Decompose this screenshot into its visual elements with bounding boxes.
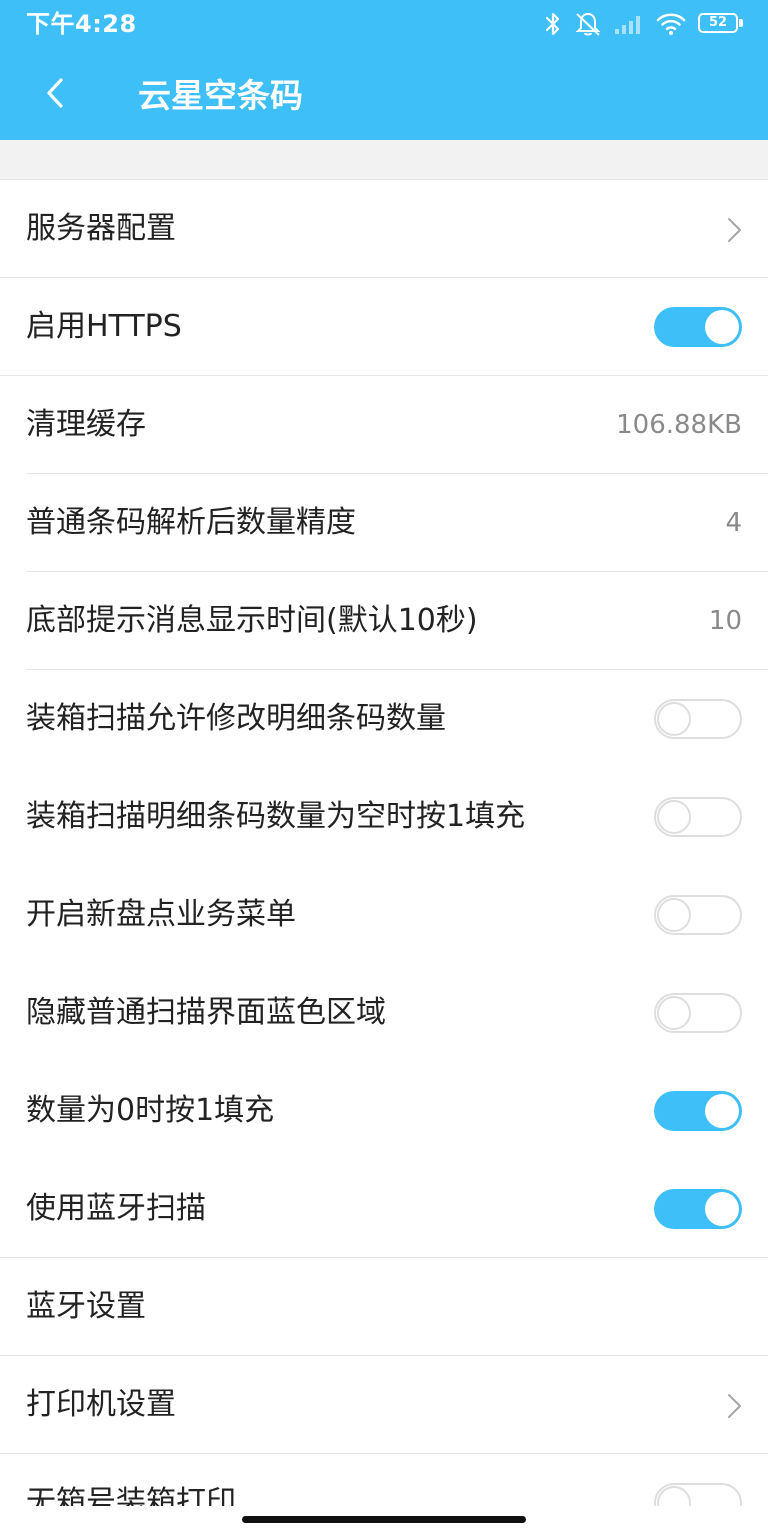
home-indicator[interactable] — [242, 1516, 526, 1523]
battery-icon: 52 — [698, 13, 744, 35]
settings-row-value: 106.88KB — [616, 410, 742, 440]
settings-row-label: 无箱号装箱打印 — [26, 1485, 236, 1506]
settings-row[interactable]: 隐藏普通扫描界面蓝色区域 — [0, 964, 768, 1062]
toggle-knob — [657, 1486, 691, 1506]
status-time: 下午4:28 — [26, 10, 137, 38]
settings-toggle[interactable] — [654, 797, 742, 837]
bell-muted-icon — [574, 11, 602, 37]
settings-row[interactable]: 底部提示消息显示时间(默认10秒) 10 — [0, 572, 768, 670]
wifi-icon — [656, 12, 686, 36]
settings-row[interactable]: 数量为0时按1填充 — [0, 1062, 768, 1160]
chevron-right-icon — [724, 1392, 744, 1420]
settings-screen: 下午4:28 52 云星空条码 服务器配置 启用HTTPS 清理缓存 106.8… — [0, 0, 768, 1536]
settings-row[interactable]: 启用HTTPS — [0, 278, 768, 376]
settings-row[interactable]: 装箱扫描明细条码数量为空时按1填充 — [0, 768, 768, 866]
settings-row-value: 4 — [725, 508, 742, 538]
settings-row-label: 开启新盘点业务菜单 — [26, 897, 296, 932]
toggle-knob — [705, 1094, 739, 1128]
settings-row[interactable]: 普通条码解析后数量精度 4 — [0, 474, 768, 572]
back-button[interactable] — [30, 70, 80, 120]
settings-row[interactable]: 打印机设置 — [0, 1356, 768, 1454]
toggle-knob — [657, 996, 691, 1030]
section-gap — [0, 140, 768, 180]
settings-list: 服务器配置启用HTTPS 清理缓存 106.88KB 普通条码解析后数量精度 4 底部提示… — [0, 180, 768, 1506]
settings-row-label: 底部提示消息显示时间(默认10秒) — [26, 603, 478, 638]
settings-toggle[interactable] — [654, 1189, 742, 1229]
settings-toggle[interactable] — [654, 993, 742, 1033]
signal-icon — [614, 13, 644, 35]
toggle-knob — [657, 898, 691, 932]
settings-toggle[interactable] — [654, 895, 742, 935]
settings-row-label: 隐藏普通扫描界面蓝色区域 — [26, 995, 386, 1030]
settings-row-label: 使用蓝牙扫描 — [26, 1191, 206, 1226]
settings-row[interactable]: 服务器配置 — [0, 180, 768, 278]
settings-toggle[interactable] — [654, 307, 742, 347]
toggle-knob — [705, 1192, 739, 1226]
settings-row-label: 蓝牙设置 — [26, 1289, 146, 1324]
settings-row-label: 服务器配置 — [26, 211, 176, 246]
page-title: 云星空条码 — [138, 76, 303, 115]
settings-row-label: 启用HTTPS — [26, 309, 182, 344]
settings-toggle[interactable] — [654, 1091, 742, 1131]
app-header: 下午4:28 52 云星空条码 — [0, 0, 768, 140]
settings-row-label: 数量为0时按1填充 — [26, 1093, 275, 1128]
chevron-left-icon — [45, 77, 65, 113]
battery-cap — [739, 19, 743, 27]
toggle-knob — [657, 800, 691, 834]
settings-row[interactable]: 无箱号装箱打印 — [0, 1454, 768, 1506]
bluetooth-icon — [544, 11, 562, 37]
settings-row[interactable]: 开启新盘点业务菜单 — [0, 866, 768, 964]
settings-row-label: 装箱扫描允许修改明细条码数量 — [26, 701, 446, 736]
toggle-knob — [705, 310, 739, 344]
settings-row[interactable]: 使用蓝牙扫描 — [0, 1160, 768, 1258]
settings-row-label: 装箱扫描明细条码数量为空时按1填充 — [26, 799, 526, 834]
settings-row-label: 清理缓存 — [26, 407, 146, 442]
battery-level: 52 — [698, 13, 738, 33]
settings-row-label: 普通条码解析后数量精度 — [26, 505, 356, 540]
settings-toggle[interactable] — [654, 699, 742, 739]
settings-row[interactable]: 蓝牙设置 — [0, 1258, 768, 1356]
toggle-knob — [657, 702, 691, 736]
settings-row[interactable]: 清理缓存 106.88KB — [0, 376, 768, 474]
status-icons: 52 — [544, 10, 744, 38]
settings-row-value: 10 — [708, 606, 742, 636]
settings-row[interactable]: 装箱扫描允许修改明细条码数量 — [0, 670, 768, 768]
settings-toggle[interactable] — [654, 1483, 742, 1506]
chevron-right-icon — [724, 216, 744, 244]
status-bar: 下午4:28 52 — [0, 0, 768, 48]
settings-row-label: 打印机设置 — [26, 1387, 176, 1422]
